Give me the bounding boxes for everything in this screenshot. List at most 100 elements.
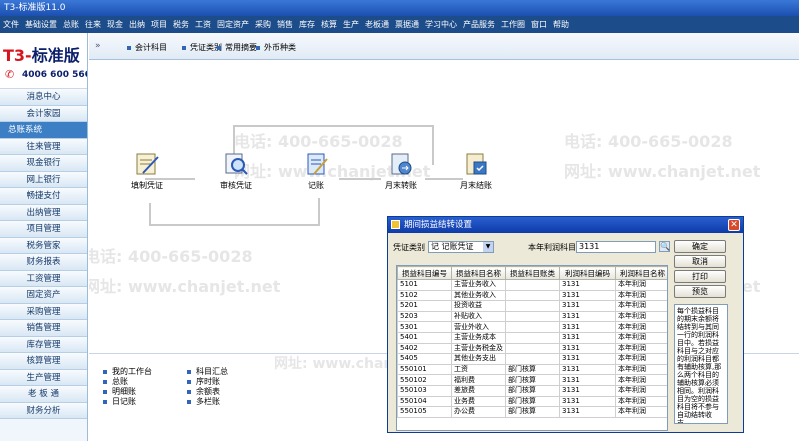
table-cell[interactable]: 550101 [397, 363, 452, 376]
table-cell[interactable]: 本年利润 [615, 384, 667, 397]
table-cell[interactable]: 部门核算 [505, 384, 560, 397]
sidebar-item[interactable]: 出纳管理 [0, 204, 87, 221]
menu-item[interactable]: 工作圈 [498, 16, 528, 33]
table-row[interactable]: 550103 差旅费 部门核算 3131 本年利润 [397, 384, 667, 397]
table-cell[interactable]: 3131 [559, 353, 616, 365]
link-journal[interactable]: 日记账 [103, 396, 136, 407]
menu-item[interactable]: 出纳 [126, 16, 148, 33]
menu-item[interactable]: 学习中心 [422, 16, 460, 33]
sidebar-item[interactable]: 财务报表 [0, 254, 87, 271]
table-row[interactable]: 5201 投资收益 3131 本年利润 [397, 300, 667, 312]
menu-item[interactable]: 库存 [296, 16, 318, 33]
sidebar-item[interactable]: 往来管理 [0, 138, 87, 155]
table-cell[interactable]: 3131 [559, 342, 616, 355]
table-row[interactable]: 550104 业务费 部门核算 3131 本年利润 [397, 395, 667, 408]
sidebar-item[interactable]: 库存管理 [0, 336, 87, 353]
table-cell[interactable]: 部门核算 [505, 363, 560, 376]
table-row[interactable]: 550101 工资 部门核算 3131 本年利润 [397, 363, 667, 376]
table-cell[interactable]: 3131 [559, 406, 616, 418]
table-cell[interactable] [505, 321, 560, 333]
profit-subject-input[interactable]: 3131 [576, 241, 656, 253]
table-cell[interactable]: 福利费 [451, 374, 506, 386]
column-header[interactable]: 损益科目编号 [397, 266, 452, 280]
table-cell[interactable]: 5402 [397, 342, 452, 355]
sidebar-item[interactable]: 项目管理 [0, 221, 87, 238]
preview-button[interactable]: 预览 [674, 285, 726, 298]
table-cell[interactable]: 5201 [397, 300, 452, 312]
table-cell[interactable]: 5301 [397, 321, 452, 333]
table-row[interactable]: 5102 其他业务收入 3131 本年利润 [397, 289, 667, 302]
table-cell[interactable]: 3131 [559, 384, 616, 397]
table-cell[interactable] [505, 342, 560, 355]
column-header[interactable]: 损益科目名称 [451, 266, 506, 280]
toolbar-item-currency[interactable]: 外币种类 [256, 42, 296, 53]
table-cell[interactable]: 部门核算 [505, 395, 560, 408]
menu-item[interactable]: 票据通 [392, 16, 422, 33]
flow-step-month-end-close[interactable]: 月末结账 [446, 151, 506, 191]
sidebar-item[interactable]: 消息中心 [0, 89, 87, 106]
table-cell[interactable]: 5203 [397, 310, 452, 323]
menu-item[interactable]: 基础设置 [22, 16, 60, 33]
sidebar-item[interactable]: 会计家园 [0, 105, 87, 122]
menu-item[interactable]: 产品服务 [460, 16, 498, 33]
table-cell[interactable]: 550103 [397, 384, 452, 397]
table-cell[interactable]: 本年利润 [615, 321, 667, 333]
table-cell[interactable]: 550102 [397, 374, 452, 386]
search-icon[interactable]: 🔍 [659, 241, 670, 252]
table-row[interactable]: 5203 补贴收入 3131 本年利润 [397, 310, 667, 323]
table-cell[interactable]: 部门核算 [505, 374, 560, 386]
menu-item[interactable]: 现金 [104, 16, 126, 33]
table-cell[interactable]: 3131 [559, 395, 616, 408]
table-cell[interactable]: 5405 [397, 353, 452, 365]
cancel-button[interactable]: 取消 [674, 255, 726, 268]
table-cell[interactable]: 其他业务支出 [451, 353, 506, 365]
table-cell[interactable]: 3131 [559, 300, 616, 312]
sidebar-item[interactable]: 畅捷支付 [0, 188, 87, 205]
table-cell[interactable]: 本年利润 [615, 342, 667, 355]
sidebar-item[interactable]: 网上银行 [0, 171, 87, 188]
table-cell[interactable]: 本年利润 [615, 300, 667, 312]
table-cell[interactable]: 3131 [559, 331, 616, 344]
table-cell[interactable]: 主营业务成本 [451, 331, 506, 344]
toolbar-item-voucher-types[interactable]: 凭证类别 [182, 42, 222, 53]
menu-item[interactable]: 总账 [60, 16, 82, 33]
sidebar-item[interactable]: 固定资产 [0, 287, 87, 304]
table-row[interactable]: 550105 办公费 部门核算 3131 本年利润 [397, 406, 667, 418]
ok-button[interactable]: 确定 [674, 240, 726, 253]
menu-item[interactable]: 工资 [192, 16, 214, 33]
table-cell[interactable] [505, 353, 560, 365]
sidebar-item[interactable]: 核算管理 [0, 353, 87, 370]
sidebar-item[interactable]: 总账系统 [0, 122, 87, 139]
table-row[interactable]: 5401 主营业务成本 3131 本年利润 [397, 331, 667, 344]
table-cell[interactable]: 3131 [559, 363, 616, 376]
sidebar-item[interactable]: 销售管理 [0, 320, 87, 337]
table-cell[interactable]: 本年利润 [615, 331, 667, 344]
menu-item[interactable]: 项目 [148, 16, 170, 33]
chevron-down-icon[interactable]: ▼ [483, 242, 493, 252]
menu-item[interactable]: 固定资产 [214, 16, 252, 33]
table-cell[interactable] [505, 289, 560, 302]
table-cell[interactable]: 本年利润 [615, 374, 667, 386]
table-cell[interactable] [505, 300, 560, 312]
sidebar-item[interactable]: 工资管理 [0, 270, 87, 287]
table-cell[interactable]: 550104 [397, 395, 452, 408]
toolbar-item-accounts[interactable]: 会计科目 [127, 42, 167, 53]
column-header[interactable]: 利润科目名称 [615, 266, 667, 280]
table-row[interactable]: 5301 营业外收入 3131 本年利润 [397, 321, 667, 333]
menu-item[interactable]: 帮助 [550, 16, 572, 33]
table-cell[interactable]: 差旅费 [451, 384, 506, 397]
menu-item[interactable]: 老板通 [362, 16, 392, 33]
sidebar-item[interactable]: 财务分析 [0, 402, 87, 419]
table-row[interactable]: 5101 主营业务收入 3131 本年利润 [397, 279, 667, 291]
menu-item[interactable]: 文件 [0, 16, 22, 33]
menu-item[interactable]: 窗口 [528, 16, 550, 33]
table-cell[interactable]: 3131 [559, 289, 616, 302]
table-cell[interactable]: 其他业务收入 [451, 289, 506, 302]
menu-item[interactable]: 生产 [340, 16, 362, 33]
table-row[interactable]: 550102 福利费 部门核算 3131 本年利润 [397, 374, 667, 386]
table-row[interactable]: 5402 主营业务税金及 3131 本年利润 [397, 342, 667, 355]
menu-item[interactable]: 销售 [274, 16, 296, 33]
sidebar-item[interactable]: 税务管家 [0, 237, 87, 254]
table-cell[interactable]: 补贴收入 [451, 310, 506, 323]
toolbar-item-common-summary[interactable]: 常用摘要 [217, 42, 257, 53]
